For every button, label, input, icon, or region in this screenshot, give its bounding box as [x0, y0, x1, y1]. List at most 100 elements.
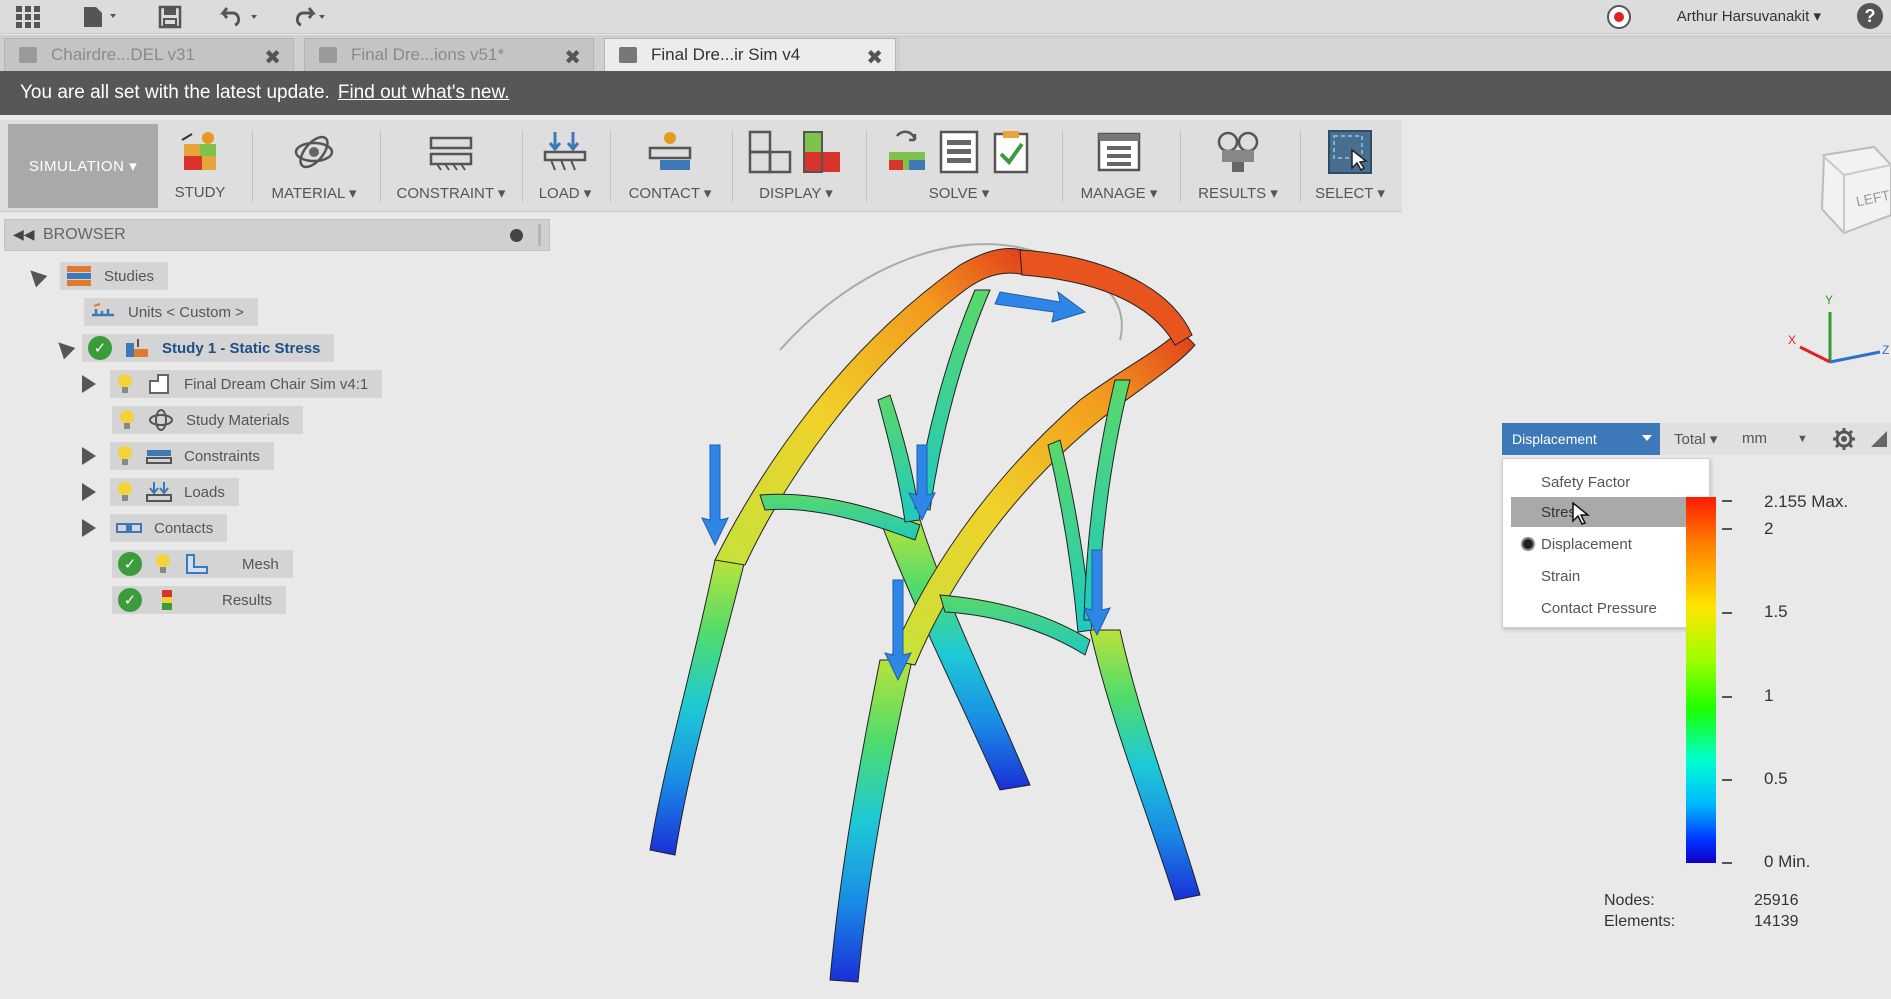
- lightbulb-icon[interactable]: [116, 373, 134, 395]
- load-icon: [543, 130, 587, 174]
- collapse-browser-icon[interactable]: ◀◀: [13, 226, 35, 243]
- close-icon[interactable]: ✖: [564, 45, 581, 70]
- whats-new-link[interactable]: Find out what's new.: [338, 82, 510, 104]
- tick-mark: [1722, 779, 1732, 781]
- study1-node[interactable]: ✓ Study 1 - Static Stress: [82, 334, 335, 362]
- file-menu-icon[interactable]: [80, 4, 124, 30]
- units-node[interactable]: Units < Custom >: [84, 298, 258, 326]
- results-node[interactable]: ✓ Results: [112, 586, 287, 614]
- nodes-value: 25916: [1754, 892, 1799, 909]
- tab-final-dre-sim[interactable]: Final Dre...ir Sim v4 ✖: [604, 38, 896, 71]
- expand-icon[interactable]: [24, 264, 48, 288]
- ribbon-divider: [1300, 130, 1301, 202]
- contact-group[interactable]: CONTACT ▾: [620, 124, 720, 208]
- record-icon[interactable]: [1607, 5, 1631, 29]
- lightbulb-icon[interactable]: [116, 445, 134, 467]
- manage-group[interactable]: MANAGE ▾: [1074, 124, 1164, 208]
- help-icon[interactable]: ?: [1857, 3, 1883, 29]
- loads-node[interactable]: Loads: [110, 478, 239, 506]
- legend-resize-icon[interactable]: [1871, 431, 1887, 447]
- ribbon-divider: [1062, 130, 1063, 202]
- browser-options-icon[interactable]: [510, 229, 523, 242]
- redo-icon[interactable]: [282, 4, 332, 30]
- tree-row-model[interactable]: Final Dream Chair Sim v4:1: [82, 369, 383, 399]
- result-type-dropdown[interactable]: Displacement: [1502, 423, 1660, 455]
- tick-mark: [1722, 528, 1732, 530]
- solve-group[interactable]: SOLVE ▾: [876, 124, 1042, 208]
- menu-item-safety-factor[interactable]: Safety Factor: [1511, 467, 1703, 497]
- select-group[interactable]: SELECT ▾: [1310, 124, 1390, 208]
- tree-row-mesh[interactable]: ✓ Mesh: [112, 549, 293, 579]
- material-icon: [292, 130, 336, 174]
- expand-icon[interactable]: [82, 375, 96, 393]
- study-group[interactable]: STUDY: [170, 124, 230, 208]
- ribbon-toolbar: SIMULATION ▾ STUDY MATERIAL ▾ CONSTRAINT…: [0, 120, 1402, 212]
- lightbulb-icon[interactable]: [116, 481, 134, 503]
- save-icon[interactable]: [156, 4, 184, 30]
- viewcube[interactable]: LEFT: [1804, 145, 1891, 235]
- mesh-node[interactable]: ✓ Mesh: [112, 550, 293, 578]
- results-label: RESULTS ▾: [1198, 185, 1278, 202]
- expand-icon[interactable]: [82, 483, 96, 501]
- gear-icon[interactable]: [1832, 427, 1856, 451]
- tree-row-study1[interactable]: ✓ Study 1 - Static Stress: [52, 333, 335, 363]
- user-menu[interactable]: Arthur Harsuvanakit ▾: [1677, 7, 1821, 25]
- contacts-node[interactable]: Contacts: [110, 514, 228, 542]
- lightbulb-icon[interactable]: [118, 409, 136, 431]
- browser-title: BROWSER: [43, 226, 126, 243]
- tree-row-loads[interactable]: Loads: [82, 477, 239, 507]
- results-group[interactable]: RESULTS ▾: [1190, 124, 1286, 208]
- tree-row-studies[interactable]: Studies: [24, 261, 169, 291]
- tree-row-units[interactable]: Units < Custom >: [84, 297, 258, 327]
- pre-check-icon: [885, 130, 929, 174]
- elements-label: Elements:: [1604, 913, 1676, 930]
- model-node[interactable]: Final Dream Chair Sim v4:1: [110, 370, 383, 398]
- display-group[interactable]: DISPLAY ▾: [740, 124, 852, 208]
- model-viewport[interactable]: [560, 215, 1480, 999]
- fusion-window: { "titlebar": { "user_name": "Arthur Har…: [0, 0, 1891, 999]
- contacts-icon: [116, 517, 142, 539]
- browser-resize-handle[interactable]: [538, 224, 541, 246]
- lightbulb-icon[interactable]: [154, 553, 172, 575]
- display-label: DISPLAY ▾: [759, 185, 833, 202]
- undo-icon[interactable]: [214, 4, 264, 30]
- menu-item-displacement[interactable]: Displacement: [1511, 529, 1703, 559]
- materials-node[interactable]: Study Materials: [112, 406, 304, 434]
- loads-label: Loads: [184, 483, 225, 501]
- tab-chairdre[interactable]: Chairdre...DEL v31 ✖: [4, 38, 294, 71]
- unit-chevron-down-icon[interactable]: ▼: [1797, 433, 1808, 445]
- close-icon[interactable]: ✖: [264, 45, 281, 70]
- menu-item-strain[interactable]: Strain: [1511, 561, 1703, 591]
- expand-icon[interactable]: [82, 447, 96, 465]
- units-label: Units < Custom >: [128, 303, 244, 321]
- expand-icon[interactable]: [52, 336, 76, 360]
- close-icon[interactable]: ✖: [866, 45, 883, 70]
- result-type-value: Displacement: [1512, 431, 1597, 447]
- material-icon: [148, 409, 174, 431]
- tab-final-dre-ions[interactable]: Final Dre...ions v51* ✖: [304, 38, 594, 71]
- tree-row-contacts[interactable]: Contacts: [82, 513, 228, 543]
- component-dropdown[interactable]: Total ▾: [1674, 430, 1717, 448]
- material-label: MATERIAL ▾: [271, 185, 357, 202]
- tree-row-materials[interactable]: Study Materials: [112, 405, 304, 435]
- constraint-group[interactable]: CONSTRAINT ▾: [392, 124, 510, 208]
- manage-label: MANAGE ▾: [1080, 185, 1158, 202]
- menu-item-contact-pressure[interactable]: Contact Pressure: [1511, 593, 1703, 623]
- expand-icon[interactable]: [82, 519, 96, 537]
- workspace-switcher[interactable]: SIMULATION ▾: [8, 124, 158, 208]
- browser-header[interactable]: ◀◀ BROWSER: [4, 219, 550, 251]
- unit-dropdown[interactable]: mm: [1742, 430, 1767, 447]
- app-grid-icon[interactable]: [14, 4, 42, 30]
- tree-row-results[interactable]: ✓ Results: [112, 585, 287, 615]
- deformed-display-icon: [800, 130, 844, 174]
- job-status-icon: [989, 130, 1033, 174]
- document-icon: [19, 47, 37, 63]
- constraints-node[interactable]: Constraints: [110, 442, 274, 470]
- studies-node[interactable]: Studies: [60, 262, 169, 290]
- chevron-down-icon: [1642, 435, 1652, 441]
- menu-item-stress[interactable]: Stress: [1511, 497, 1703, 527]
- document-icon: [319, 47, 337, 63]
- tree-row-constraints[interactable]: Constraints: [82, 441, 274, 471]
- load-group[interactable]: LOAD ▾: [532, 124, 598, 208]
- material-group[interactable]: MATERIAL ▾: [264, 124, 364, 208]
